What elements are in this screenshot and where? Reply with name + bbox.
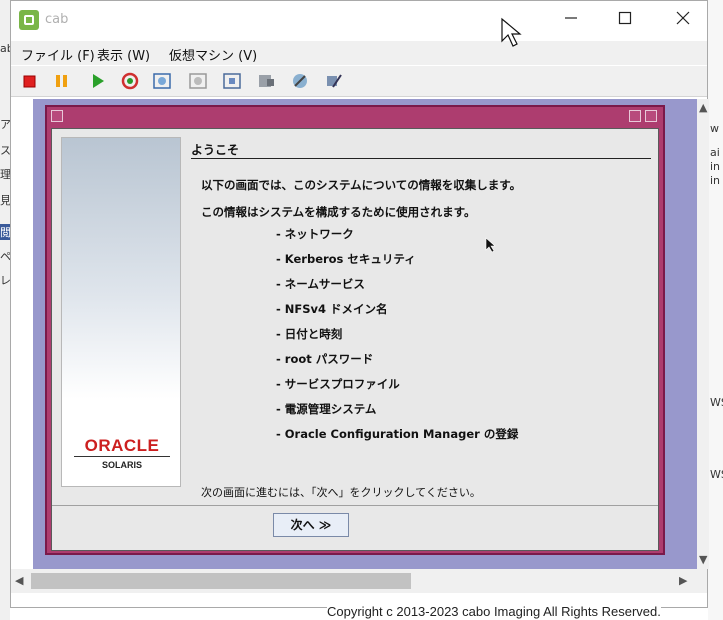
list-item: - NFSv4 ドメイン名	[276, 302, 388, 316]
maximize-icon	[618, 11, 632, 25]
toolbar	[11, 66, 707, 97]
dialog-title-bar	[47, 107, 663, 126]
oracle-logo: ORACLE	[84, 436, 160, 455]
menu-view[interactable]: 表示 (W)	[97, 45, 150, 64]
mouse-cursor-icon	[501, 17, 522, 47]
snapshot-icon[interactable]	[151, 70, 173, 92]
list-item: - Kerberos セキュリティ	[276, 252, 416, 266]
menu-file[interactable]: ファイル (F)	[21, 45, 95, 64]
minimize-icon	[565, 17, 577, 19]
background-text: ai	[710, 146, 720, 159]
snapshot-revert-icon[interactable]	[187, 70, 209, 92]
list-item: - 電源管理システム	[276, 402, 377, 416]
dialog-minimize-button[interactable]	[629, 110, 641, 122]
refresh-icon[interactable]	[119, 70, 141, 92]
list-item: - サービスプロファイル	[276, 377, 400, 391]
menu-bar: ファイル (F) 表示 (W) 仮想マシン (V)	[11, 41, 707, 65]
intro-text: この情報はシステムを構成するために使用されます。	[201, 205, 476, 219]
list-item: - 日付と時刻	[276, 327, 343, 341]
background-window-left: ab ア ス 理 見 閲 ペ レ	[0, 0, 14, 620]
list-item: - ネットワーク	[276, 227, 354, 241]
pause-icon[interactable]	[51, 70, 73, 92]
dialog-menu-button[interactable]	[51, 110, 63, 122]
stop-icon[interactable]	[19, 70, 41, 92]
dialog-maximize-button[interactable]	[645, 110, 657, 122]
solaris-logo: SOLARIS	[101, 460, 142, 470]
footer-instruction: 次の画面に進むには、「次へ」をクリックしてください。	[201, 486, 481, 499]
snapshot-manager-icon[interactable]	[221, 70, 243, 92]
next-button[interactable]: 次へ ≫	[273, 513, 349, 537]
horizontal-scrollbar[interactable]: ◀ ▶	[11, 569, 707, 593]
background-text: in	[710, 160, 721, 173]
background-text: WS	[710, 468, 723, 481]
list-item: - ネームサービス	[276, 277, 365, 291]
dialog-heading: ようこそ	[191, 143, 240, 157]
window-title: cab	[45, 12, 69, 27]
mouse-cursor-icon	[485, 237, 496, 253]
scroll-up-icon[interactable]: ▲	[699, 101, 707, 114]
scroll-down-icon[interactable]: ▼	[699, 553, 707, 566]
close-icon	[676, 11, 690, 25]
app-icon	[19, 10, 39, 30]
tools-icon[interactable]	[289, 70, 311, 92]
scroll-right-icon[interactable]: ▶	[679, 574, 687, 587]
settings-icon[interactable]	[255, 70, 277, 92]
welcome-dialog: ORACLE SOLARIS ようこそ 以下の画面では、このシステムについての情…	[45, 105, 665, 555]
horizontal-scroll-thumb[interactable]	[31, 573, 411, 589]
menu-vm[interactable]: 仮想マシン (V)	[169, 45, 257, 64]
play-icon[interactable]	[87, 70, 109, 92]
title-bar: cab	[11, 1, 707, 39]
dialog-body: ORACLE SOLARIS ようこそ 以下の画面では、このシステムについての情…	[51, 128, 659, 551]
copyright-text: Copyright c 2013-2023 cabo Imaging All R…	[327, 604, 661, 619]
scroll-left-icon[interactable]: ◀	[15, 574, 23, 587]
background-text: WS	[710, 396, 723, 409]
background-text: w	[710, 122, 719, 135]
list-item: - root パスワード	[276, 352, 374, 366]
wrench-icon[interactable]	[323, 70, 345, 92]
minimize-button[interactable]	[557, 8, 585, 32]
intro-text: 以下の画面では、このシステムについての情報を収集します。	[201, 178, 522, 192]
heading-divider	[191, 158, 651, 159]
vm-console-window: cab ファイル (F) 表示 (W) 仮想マシン (V) ORACLE SOL…	[10, 0, 709, 608]
oracle-solaris-logo-panel: ORACLE SOLARIS	[61, 137, 181, 487]
maximize-button[interactable]	[611, 8, 639, 32]
background-window-right: w ai in in WS WS	[708, 0, 723, 620]
close-button[interactable]	[669, 8, 697, 32]
background-text: in	[710, 174, 721, 187]
list-item: - Oracle Configuration Manager の登録	[276, 427, 519, 441]
vm-display[interactable]: ORACLE SOLARIS ようこそ 以下の画面では、このシステムについての情…	[33, 99, 705, 569]
vertical-scrollbar[interactable]: ▲ ▼	[697, 99, 709, 569]
footer-divider	[52, 505, 658, 506]
logo-divider	[74, 456, 170, 457]
